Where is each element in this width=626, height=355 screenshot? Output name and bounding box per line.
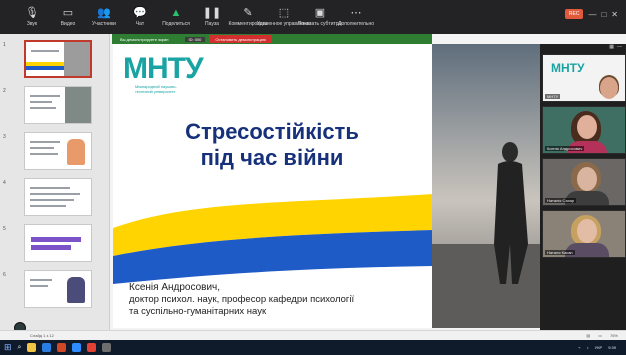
close-icon[interactable]: ✕ <box>611 10 618 19</box>
share-status-bar: Вы демонстрируете экран ID: 000 Останови… <box>112 34 432 44</box>
windows-taskbar: ⊞ ⌕ ⌁ ♪ УКР 9:39 <box>0 340 626 355</box>
mntu-logo: МНТУ Міжнародний науково- технічний унів… <box>123 52 204 95</box>
video-button[interactable]: ▭ Видео <box>50 1 86 33</box>
powerpoint-icon[interactable] <box>57 343 67 352</box>
file-explorer-icon[interactable] <box>27 343 37 352</box>
slide-thumbnail-panel[interactable]: 1 2 3 4 5 6 <box>0 34 110 344</box>
participant-gallery: ▦ — МНТУ МНТУ Ксенія Андросович Наталія … <box>540 44 626 330</box>
participant-name: Наталя Касап <box>545 250 575 255</box>
powerpoint-status-bar: Слайд 1 з 12 ▤ ▭ 76% <box>0 330 626 340</box>
recording-badge[interactable]: REC <box>564 9 584 19</box>
video-icon: ▭ <box>62 6 74 19</box>
participant-name: МНТУ <box>545 94 561 99</box>
network-icon[interactable]: ⌁ <box>578 345 580 350</box>
share-screen-button[interactable]: ▲ Поделиться <box>158 1 194 33</box>
participant-name: Ксенія Андросович <box>545 146 585 151</box>
chrome-icon[interactable] <box>87 343 97 352</box>
restore-icon[interactable]: □ <box>601 10 606 19</box>
slide-thumbnail[interactable]: 1 <box>3 40 92 78</box>
meeting-id-dropdown[interactable]: ID: 000 <box>184 36 206 42</box>
more-icon: ⋯ <box>350 6 362 19</box>
windows-start-icon[interactable]: ⊞ <box>4 342 12 353</box>
view-normal-icon[interactable]: ▭ <box>598 333 602 338</box>
participant-tile[interactable]: Наталія Сахар <box>542 158 626 206</box>
zoom-level[interactable]: 76% <box>610 333 618 338</box>
slide-thumbnail[interactable]: 2 <box>3 86 92 124</box>
slide-title: Стресостійкість під час війни <box>185 119 359 170</box>
mute-button[interactable]: 🎙 Звук <box>14 1 50 33</box>
browser-icon[interactable] <box>42 343 52 352</box>
gallery-view-icon[interactable]: ▦ <box>609 44 614 52</box>
remote-control-button[interactable]: ⬚ Удаленное управление <box>257 1 311 33</box>
participant-name: Наталія Сахар <box>545 198 577 203</box>
pause-icon: ❚❚ <box>202 6 222 19</box>
annotate-icon: ✎ <box>243 6 253 19</box>
share-icon: ▲ <box>170 6 182 19</box>
minimize-gallery-icon[interactable]: — <box>617 44 622 52</box>
silhouette-photo <box>432 44 540 328</box>
captions-icon: ▣ <box>314 6 326 19</box>
more-button[interactable]: ⋯ Дополнительно <box>338 1 374 33</box>
slide-thumbnail[interactable]: 4 <box>3 178 92 216</box>
system-tray: ⌁ ♪ УКР 9:39 <box>578 345 626 350</box>
slide-thumbnail[interactable]: 5 <box>3 224 92 262</box>
participants-icon: 👥 <box>97 6 111 19</box>
volume-icon[interactable]: ♪ <box>587 345 589 350</box>
pause-share-button[interactable]: ❚❚ Пауза <box>194 1 230 33</box>
participant-tile[interactable]: МНТУ МНТУ <box>542 54 626 102</box>
slide-thumbnail[interactable]: 3 <box>3 132 92 170</box>
annotate-button[interactable]: ✎ Комментировать <box>229 1 268 33</box>
zoom-screen-share-window: 🎙 Звук ▭ Видео 👥 Участники 💬 Чат ▲ Подел… <box>0 0 626 355</box>
minimize-icon[interactable]: — <box>588 10 596 19</box>
chat-icon: 💬 <box>133 6 147 19</box>
share-status-text: Вы демонстрируете экран <box>120 36 169 42</box>
app-icon[interactable] <box>102 343 112 352</box>
remote-control-icon: ⬚ <box>278 6 290 19</box>
slide-thumbnail[interactable]: 6 <box>3 270 92 308</box>
chat-button[interactable]: 💬 Чат <box>122 1 158 33</box>
microphone-icon: 🎙 <box>25 6 39 19</box>
participant-tile[interactable]: Наталя Касап <box>542 210 626 258</box>
slide-counter: Слайд 1 з 12 <box>30 333 54 338</box>
presentation-slide: МНТУ Міжнародний науково- технічний унів… <box>113 44 433 328</box>
ukraine-flag-wave-graphic <box>113 194 433 284</box>
participant-tile[interactable]: Ксенія Андросович <box>542 106 626 154</box>
stop-share-button[interactable]: Остановить демонстрацию <box>209 35 272 43</box>
participants-button[interactable]: 👥 Участники <box>86 1 122 33</box>
search-icon[interactable]: ⌕ <box>18 344 22 352</box>
notes-icon[interactable]: ▤ <box>586 333 590 338</box>
zoom-icon[interactable] <box>72 343 82 352</box>
captions-button[interactable]: ▣ Показать субтитры <box>298 1 342 33</box>
slide-author-block: Ксенія Андросович, доктор психол. наук, … <box>129 282 355 317</box>
meeting-toolbar: 🎙 Звук ▭ Видео 👥 Участники 💬 Чат ▲ Подел… <box>0 0 626 34</box>
participant-logo: МНТУ <box>551 61 585 75</box>
window-controls: REC — □ ✕ <box>564 9 618 19</box>
language-indicator[interactable]: УКР <box>595 345 603 350</box>
clock[interactable]: 9:39 <box>608 345 616 350</box>
